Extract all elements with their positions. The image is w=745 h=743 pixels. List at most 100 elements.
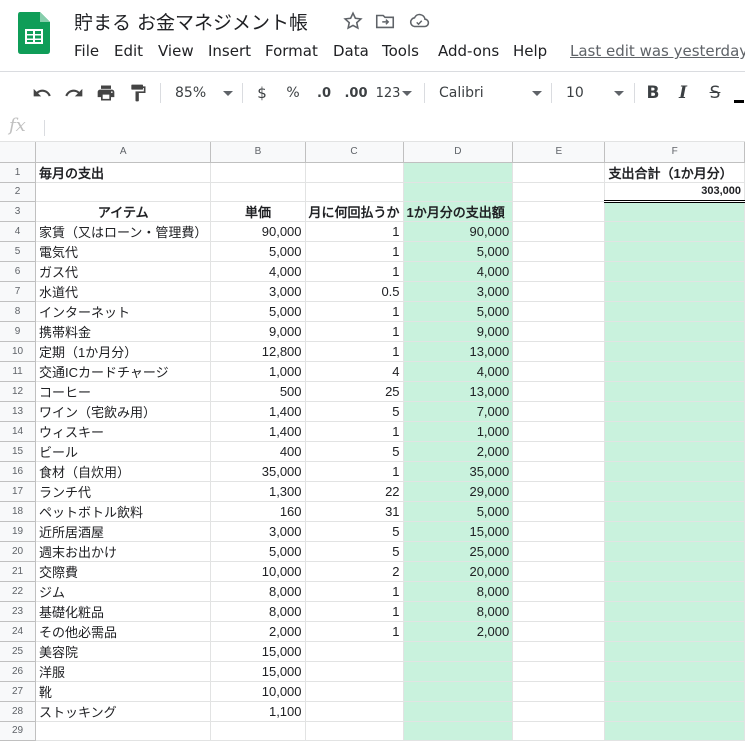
- cell-d10[interactable]: 13,000: [403, 341, 514, 362]
- cell-d29[interactable]: [403, 721, 514, 741]
- cell-f13[interactable]: [604, 401, 745, 422]
- row-header[interactable]: 12: [0, 381, 37, 402]
- cell-c7[interactable]: 0.5: [305, 281, 404, 302]
- cell-c15[interactable]: 5: [305, 441, 404, 462]
- cell-b13[interactable]: 1,400: [210, 401, 306, 422]
- cell-b5[interactable]: 5,000: [210, 241, 306, 262]
- menu-help[interactable]: Help: [513, 42, 547, 60]
- cell-d18[interactable]: 5,000: [403, 501, 514, 522]
- cell-b11[interactable]: 1,000: [210, 361, 306, 382]
- row-header[interactable]: 19: [0, 521, 37, 542]
- cell-b19[interactable]: 3,000: [210, 521, 306, 542]
- cell-a13[interactable]: ワイン（宅飲み用）: [35, 401, 212, 422]
- cell-e6[interactable]: [512, 261, 606, 282]
- cell-c24[interactable]: 1: [305, 621, 404, 642]
- cell-a4[interactable]: 家賃（又はローン・管理費）: [35, 221, 212, 242]
- cell-b17[interactable]: 1,300: [210, 481, 306, 502]
- cell-e27[interactable]: [512, 681, 606, 702]
- cell-a26[interactable]: 洋服: [35, 661, 212, 682]
- cell-e22[interactable]: [512, 581, 606, 602]
- move-folder-icon[interactable]: [374, 10, 396, 32]
- row-header[interactable]: 2: [0, 182, 37, 202]
- row-header[interactable]: 28: [0, 701, 37, 722]
- cell-d19[interactable]: 15,000: [403, 521, 514, 542]
- cell-f4[interactable]: [604, 221, 745, 242]
- last-edit-link[interactable]: Last edit was yesterday a: [570, 42, 745, 60]
- cell-f28[interactable]: [604, 701, 745, 722]
- column-header[interactable]: B: [210, 142, 306, 163]
- cell-d24[interactable]: 2,000: [403, 621, 514, 642]
- cell-c22[interactable]: 1: [305, 581, 404, 602]
- cell-d9[interactable]: 9,000: [403, 321, 514, 342]
- cell-e12[interactable]: [512, 381, 606, 402]
- cell-c25[interactable]: [305, 641, 404, 662]
- cell-c29[interactable]: [305, 721, 404, 741]
- cell-b20[interactable]: 5,000: [210, 541, 306, 562]
- cell-e21[interactable]: [512, 561, 606, 582]
- redo-icon[interactable]: [62, 81, 86, 105]
- cell-c28[interactable]: [305, 701, 404, 722]
- cell-f29[interactable]: [604, 721, 745, 741]
- cell-f27[interactable]: [604, 681, 745, 702]
- cell-d12[interactable]: 13,000: [403, 381, 514, 402]
- cell-f3[interactable]: [604, 201, 745, 222]
- cell-e15[interactable]: [512, 441, 606, 462]
- cell-b6[interactable]: 4,000: [210, 261, 306, 282]
- cell-c17[interactable]: 22: [305, 481, 404, 502]
- row-header[interactable]: 15: [0, 441, 37, 462]
- cell-a18[interactable]: ペットボトル飲料: [35, 501, 212, 522]
- row-header[interactable]: 14: [0, 421, 37, 442]
- italic-button[interactable]: I: [672, 81, 694, 105]
- cell-a29[interactable]: [35, 721, 212, 741]
- text-color-button[interactable]: [734, 81, 745, 105]
- cell-f18[interactable]: [604, 501, 745, 522]
- decrease-decimal-button[interactable]: .0: [312, 81, 336, 105]
- row-header[interactable]: 26: [0, 661, 37, 682]
- cell-d28[interactable]: [403, 701, 514, 722]
- row-header[interactable]: 4: [0, 221, 37, 242]
- cell-b16[interactable]: 35,000: [210, 461, 306, 482]
- cell-e17[interactable]: [512, 481, 606, 502]
- cell-f8[interactable]: [604, 301, 745, 322]
- cell-d3[interactable]: 1か月分の支出額: [403, 201, 514, 222]
- cell-f16[interactable]: [604, 461, 745, 482]
- cell-f22[interactable]: [604, 581, 745, 602]
- cell-a20[interactable]: 週末お出かけ: [35, 541, 212, 562]
- cell-f24[interactable]: [604, 621, 745, 642]
- cell-b9[interactable]: 9,000: [210, 321, 306, 342]
- cell-f20[interactable]: [604, 541, 745, 562]
- cell-a15[interactable]: ビール: [35, 441, 212, 462]
- cell-d14[interactable]: 1,000: [403, 421, 514, 442]
- cell-c23[interactable]: 1: [305, 601, 404, 622]
- menu-add-ons[interactable]: Add-ons: [438, 42, 499, 60]
- cell-e26[interactable]: [512, 661, 606, 682]
- column-header[interactable]: D: [403, 142, 514, 163]
- cell-e25[interactable]: [512, 641, 606, 662]
- row-header[interactable]: 29: [0, 721, 37, 741]
- cell-d5[interactable]: 5,000: [403, 241, 514, 262]
- cell-f9[interactable]: [604, 321, 745, 342]
- document-title[interactable]: 貯まる お金マネジメント帳: [74, 8, 308, 35]
- cell-c16[interactable]: 1: [305, 461, 404, 482]
- cell-b4[interactable]: 90,000: [210, 221, 306, 242]
- row-header[interactable]: 27: [0, 681, 37, 702]
- cell-d17[interactable]: 29,000: [403, 481, 514, 502]
- row-header[interactable]: 7: [0, 281, 37, 302]
- cell-f17[interactable]: [604, 481, 745, 502]
- cell-a16[interactable]: 食材（自炊用）: [35, 461, 212, 482]
- cell-a12[interactable]: コーヒー: [35, 381, 212, 402]
- cell-b25[interactable]: 15,000: [210, 641, 306, 662]
- menu-data[interactable]: Data: [333, 42, 369, 60]
- bold-button[interactable]: B: [642, 81, 664, 105]
- cell-a9[interactable]: 携帯料金: [35, 321, 212, 342]
- zoom-select[interactable]: 85%: [168, 81, 236, 105]
- cell-c19[interactable]: 5: [305, 521, 404, 542]
- row-header[interactable]: 6: [0, 261, 37, 282]
- cell-c11[interactable]: 4: [305, 361, 404, 382]
- cell-d6[interactable]: 4,000: [403, 261, 514, 282]
- cell-a19[interactable]: 近所居酒屋: [35, 521, 212, 542]
- row-header[interactable]: 20: [0, 541, 37, 562]
- font-family-select[interactable]: Calibri: [432, 81, 542, 105]
- cell-a2[interactable]: [35, 182, 212, 202]
- cell-f26[interactable]: [604, 661, 745, 682]
